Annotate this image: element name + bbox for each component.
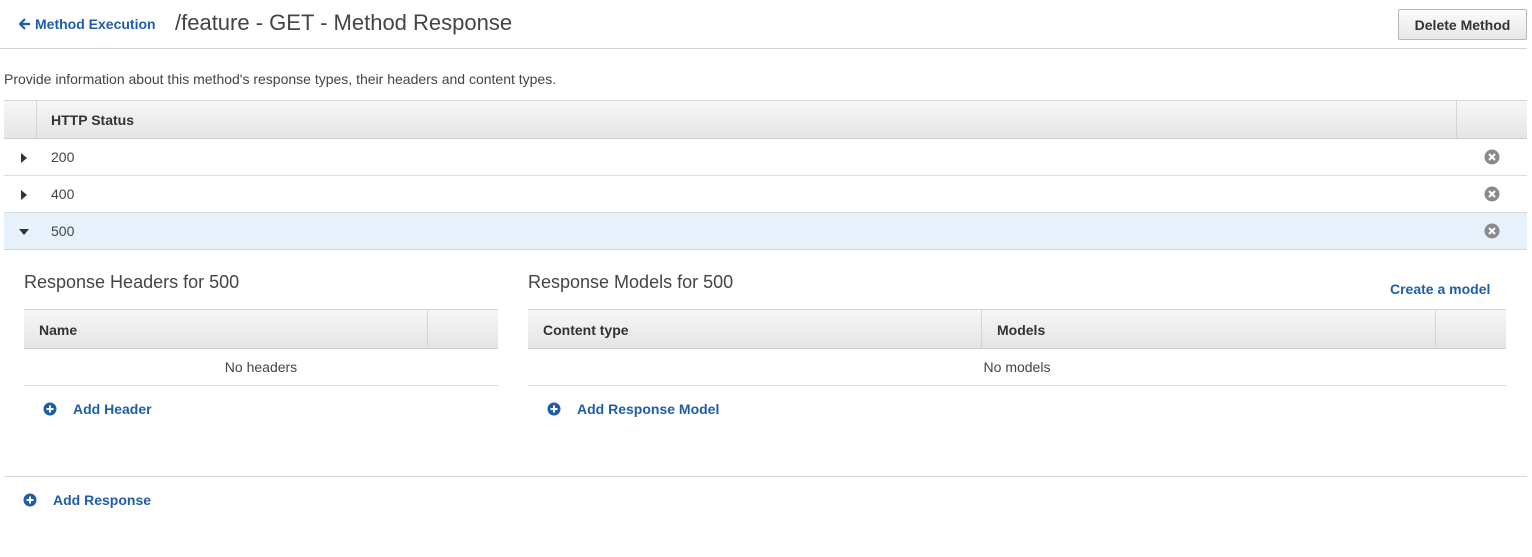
column-divider	[36, 101, 37, 138]
response-headers-table: Name No headers	[24, 309, 498, 386]
status-row-400[interactable]: 400	[4, 176, 1527, 213]
close-circle-icon[interactable]	[1484, 223, 1500, 239]
caret-right-icon[interactable]	[18, 151, 30, 163]
column-divider	[981, 310, 982, 348]
column-header-models: Models	[997, 322, 1046, 338]
page-description: Provide information about this method's …	[4, 71, 557, 87]
method-response-page: Method Execution /feature - GET - Method…	[0, 0, 1532, 557]
add-header-label: Add Header	[73, 401, 152, 417]
plus-circle-icon	[43, 402, 57, 416]
status-code: 200	[51, 149, 75, 165]
close-circle-icon[interactable]	[1484, 186, 1500, 202]
status-row-500[interactable]: 500	[4, 213, 1527, 250]
column-header-content-type: Content type	[543, 322, 629, 338]
add-response-model-label: Add Response Model	[577, 401, 720, 417]
headers-empty-message: No headers	[24, 349, 498, 386]
add-response-label: Add Response	[53, 492, 152, 508]
add-header-button[interactable]: Add Header	[43, 401, 152, 417]
response-models-table: Content type Models No models	[528, 309, 1506, 386]
column-header-name: Name	[39, 322, 78, 338]
caret-down-icon[interactable]	[18, 225, 30, 237]
models-empty-message: No models	[528, 349, 1506, 386]
page-title: /feature - GET - Method Response	[175, 10, 513, 35]
add-response-model-button[interactable]: Add Response Model	[547, 401, 719, 417]
plus-circle-icon	[23, 493, 37, 507]
models-table-header: Content type Models	[528, 309, 1506, 349]
back-to-method-execution-link[interactable]: Method Execution	[19, 16, 156, 32]
arrow-left-icon	[19, 18, 31, 30]
column-header-http-status: HTTP Status	[51, 112, 134, 128]
page-header: Method Execution /feature - GET - Method…	[0, 0, 1527, 49]
caret-right-icon[interactable]	[18, 188, 30, 200]
status-table-header: HTTP Status	[4, 100, 1527, 139]
add-response-button[interactable]: Add Response	[23, 492, 151, 508]
headers-table-header: Name	[24, 309, 498, 349]
status-code: 500	[51, 223, 75, 239]
plus-circle-icon	[547, 402, 561, 416]
column-divider	[427, 310, 428, 348]
section-divider	[4, 476, 1527, 477]
response-models-title: Response Models for 500	[528, 272, 734, 292]
http-status-table: HTTP Status 200 400 500	[4, 100, 1527, 250]
status-row-200[interactable]: 200	[4, 139, 1527, 176]
column-divider	[1435, 310, 1436, 348]
column-divider	[1456, 101, 1457, 138]
back-link-label: Method Execution	[35, 16, 156, 32]
close-circle-icon[interactable]	[1484, 149, 1500, 165]
status-code: 400	[51, 186, 75, 202]
response-headers-title: Response Headers for 500	[24, 272, 240, 292]
delete-method-button[interactable]: Delete Method	[1398, 9, 1527, 40]
create-model-link[interactable]: Create a model	[1390, 281, 1490, 297]
